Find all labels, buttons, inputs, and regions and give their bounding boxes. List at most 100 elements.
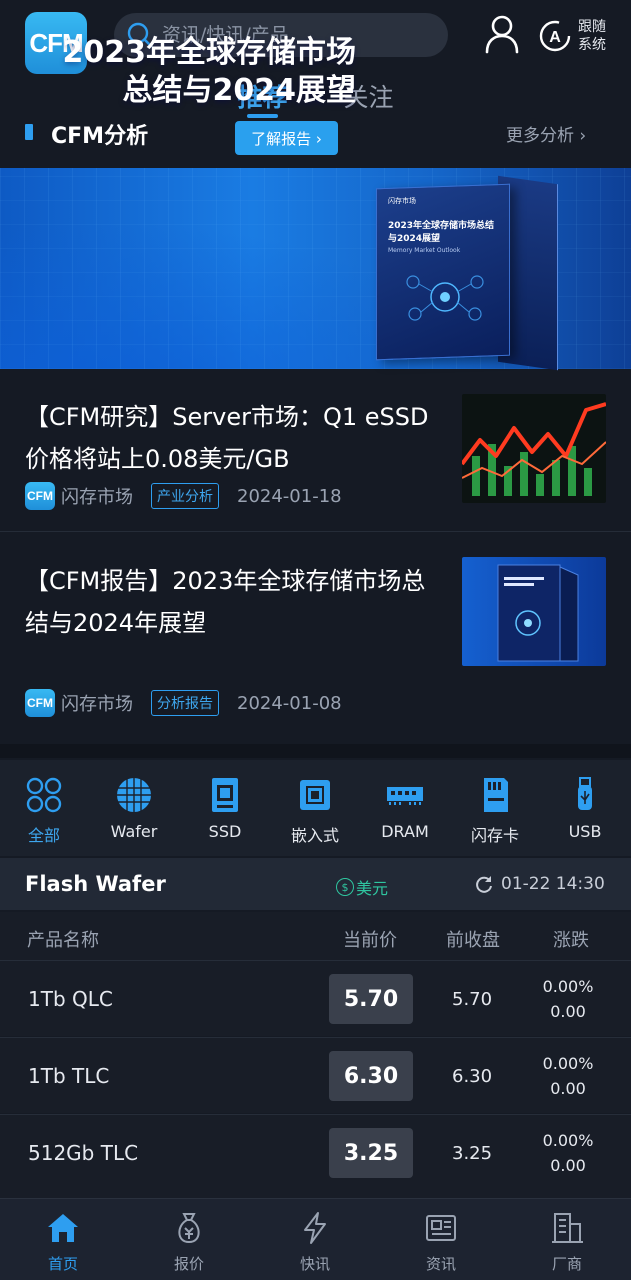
- flash-icon: [304, 1212, 326, 1244]
- product-name: 1Tb QLC: [28, 987, 113, 1011]
- nav-label: 资讯: [425, 1255, 456, 1273]
- chip-icon: [300, 780, 330, 810]
- news-tag[interactable]: 分析报告: [151, 690, 219, 716]
- change-percent: 0.00%: [542, 1054, 594, 1073]
- news-date: 2024-01-08: [237, 692, 342, 714]
- change-value: 0.00: [550, 1156, 586, 1175]
- source-logo: CFM: [25, 689, 55, 717]
- price-bag-icon: [178, 1213, 200, 1244]
- update-time-label: 01-22 14:30: [501, 874, 605, 894]
- category-dram[interactable]: DRAM: [365, 776, 445, 841]
- table-row[interactable]: 1Tb QLC 5.70 5.70 0.00% 0.00: [0, 960, 631, 1036]
- category-label: 嵌入式: [290, 826, 339, 845]
- banner-title: 2023年全球存储市场 总结与2024展望: [44, 34, 357, 110]
- dollar-icon: $: [336, 878, 354, 896]
- sd-card-icon: [484, 778, 508, 812]
- prev-close: 6.30: [452, 1066, 493, 1087]
- ssd-icon: [212, 778, 238, 812]
- nav-label: 厂商: [551, 1255, 582, 1273]
- source-logo: CFM: [25, 482, 55, 510]
- product-name: 512Gb TLC: [28, 1141, 139, 1165]
- news-divider: [0, 531, 631, 532]
- change-cell: 0.00% 0.00: [536, 1051, 600, 1101]
- svg-text:A: A: [549, 29, 561, 46]
- category-label: USB: [568, 822, 602, 841]
- user-icon[interactable]: [484, 14, 520, 54]
- nav-label: 报价: [173, 1255, 204, 1273]
- currency-toggle[interactable]: $ 美元: [336, 875, 388, 899]
- currency-label: 美元: [356, 879, 389, 898]
- theme-follow-system-button[interactable]: A 跟随系统: [538, 14, 618, 58]
- category-ssd[interactable]: SSD: [185, 776, 265, 841]
- news-meta: CFM 闪存市场 分析报告 2024-01-08: [25, 689, 342, 717]
- change-percent: 0.00%: [542, 1131, 594, 1150]
- change-percent: 0.00%: [542, 977, 594, 996]
- category-memory-card[interactable]: 闪存卡: [455, 776, 535, 846]
- grid-icon: [26, 777, 62, 813]
- refresh-icon: [476, 876, 492, 893]
- banner-title-line1: 2023年全球存储市场: [62, 35, 357, 70]
- news-source: 闪存市场: [61, 694, 133, 715]
- current-price: 3.25: [329, 1128, 413, 1178]
- section-title: CFM分析: [51, 124, 149, 149]
- current-price: 5.70: [329, 974, 413, 1024]
- usb-icon: [578, 777, 592, 810]
- section-separator: [0, 744, 631, 758]
- building-icon: [552, 1213, 583, 1243]
- wafer-icon: [117, 778, 151, 812]
- banner-title-line2: 总结与2024展望: [122, 73, 357, 108]
- nav-price[interactable]: 报价: [149, 1211, 229, 1274]
- more-analysis-link[interactable]: 更多分析 ›: [506, 121, 586, 146]
- book-subtitle: Memory Market Outlook: [388, 247, 461, 254]
- col-prev-close: 前收盘: [446, 930, 500, 951]
- book-logo: 闪存市场: [388, 197, 416, 205]
- home-icon: [48, 1214, 78, 1242]
- news-thumbnail-chart[interactable]: [462, 394, 606, 503]
- book-title: 2023年全球存储市场总结与2024展望: [388, 221, 495, 244]
- category-label: Wafer: [110, 822, 158, 841]
- section-marker: [25, 124, 33, 140]
- table-row[interactable]: 1Tb TLC 6.30 6.30 0.00% 0.00: [0, 1037, 631, 1113]
- news-title[interactable]: 【CFM研究】Server市场：Q1 eSSD 价格将站上0.08美元/GB: [25, 396, 445, 480]
- category-label: 全部: [27, 826, 60, 845]
- category-wafer[interactable]: Wafer: [94, 776, 174, 841]
- dram-icon: [387, 787, 423, 805]
- news-title[interactable]: 【CFM报告】2023年全球存储市场总结与2024年展望: [25, 560, 445, 644]
- prev-close: 3.25: [452, 1143, 493, 1164]
- current-price: 6.30: [329, 1051, 413, 1101]
- nav-label: 快讯: [299, 1255, 330, 1273]
- update-time[interactable]: 01-22 14:30: [474, 874, 605, 894]
- news-source: 闪存市场: [61, 487, 133, 508]
- change-value: 0.00: [550, 1002, 586, 1021]
- category-all[interactable]: 全部: [4, 776, 84, 846]
- follow-system-label: 跟随系统: [578, 19, 606, 53]
- prev-close: 5.70: [452, 989, 493, 1010]
- change-value: 0.00: [550, 1079, 586, 1098]
- category-label: SSD: [208, 822, 242, 841]
- nav-label: 首页: [47, 1255, 78, 1273]
- news-tag[interactable]: 产业分析: [151, 483, 219, 509]
- price-table-title: Flash Wafer: [25, 872, 166, 896]
- view-report-button[interactable]: 了解报告 ›: [235, 121, 338, 155]
- circuit-graphic: [406, 275, 484, 321]
- change-cell: 0.00% 0.00: [536, 974, 600, 1024]
- category-embedded[interactable]: 嵌入式: [275, 776, 355, 846]
- news-date: 2024-01-18: [237, 485, 342, 507]
- news-meta: CFM 闪存市场 产业分析 2024-01-18: [25, 482, 342, 510]
- col-change: 涨跌: [553, 930, 589, 951]
- nav-flash-news[interactable]: 快讯: [275, 1211, 355, 1274]
- nav-news[interactable]: 资讯: [401, 1211, 481, 1274]
- auto-theme-icon: A: [539, 20, 571, 52]
- news-thumbnail-report[interactable]: [462, 557, 606, 666]
- category-usb[interactable]: USB: [545, 776, 625, 841]
- table-row[interactable]: 512Gb TLC 3.25 3.25 0.00% 0.00: [0, 1114, 631, 1198]
- news-icon: [426, 1215, 456, 1241]
- category-label: 闪存卡: [470, 826, 519, 845]
- change-cell: 0.00% 0.00: [536, 1128, 600, 1178]
- category-label: DRAM: [381, 822, 429, 841]
- category-bar: 全部 Wafer SSD 嵌入式 DRAM 闪存卡 USB: [0, 760, 631, 856]
- bottom-nav: 首页 报价 快讯 资讯 厂商: [0, 1198, 631, 1280]
- nav-home[interactable]: 首页: [23, 1211, 103, 1274]
- nav-vendors[interactable]: 厂商: [527, 1211, 607, 1274]
- product-name: 1Tb TLC: [28, 1064, 110, 1088]
